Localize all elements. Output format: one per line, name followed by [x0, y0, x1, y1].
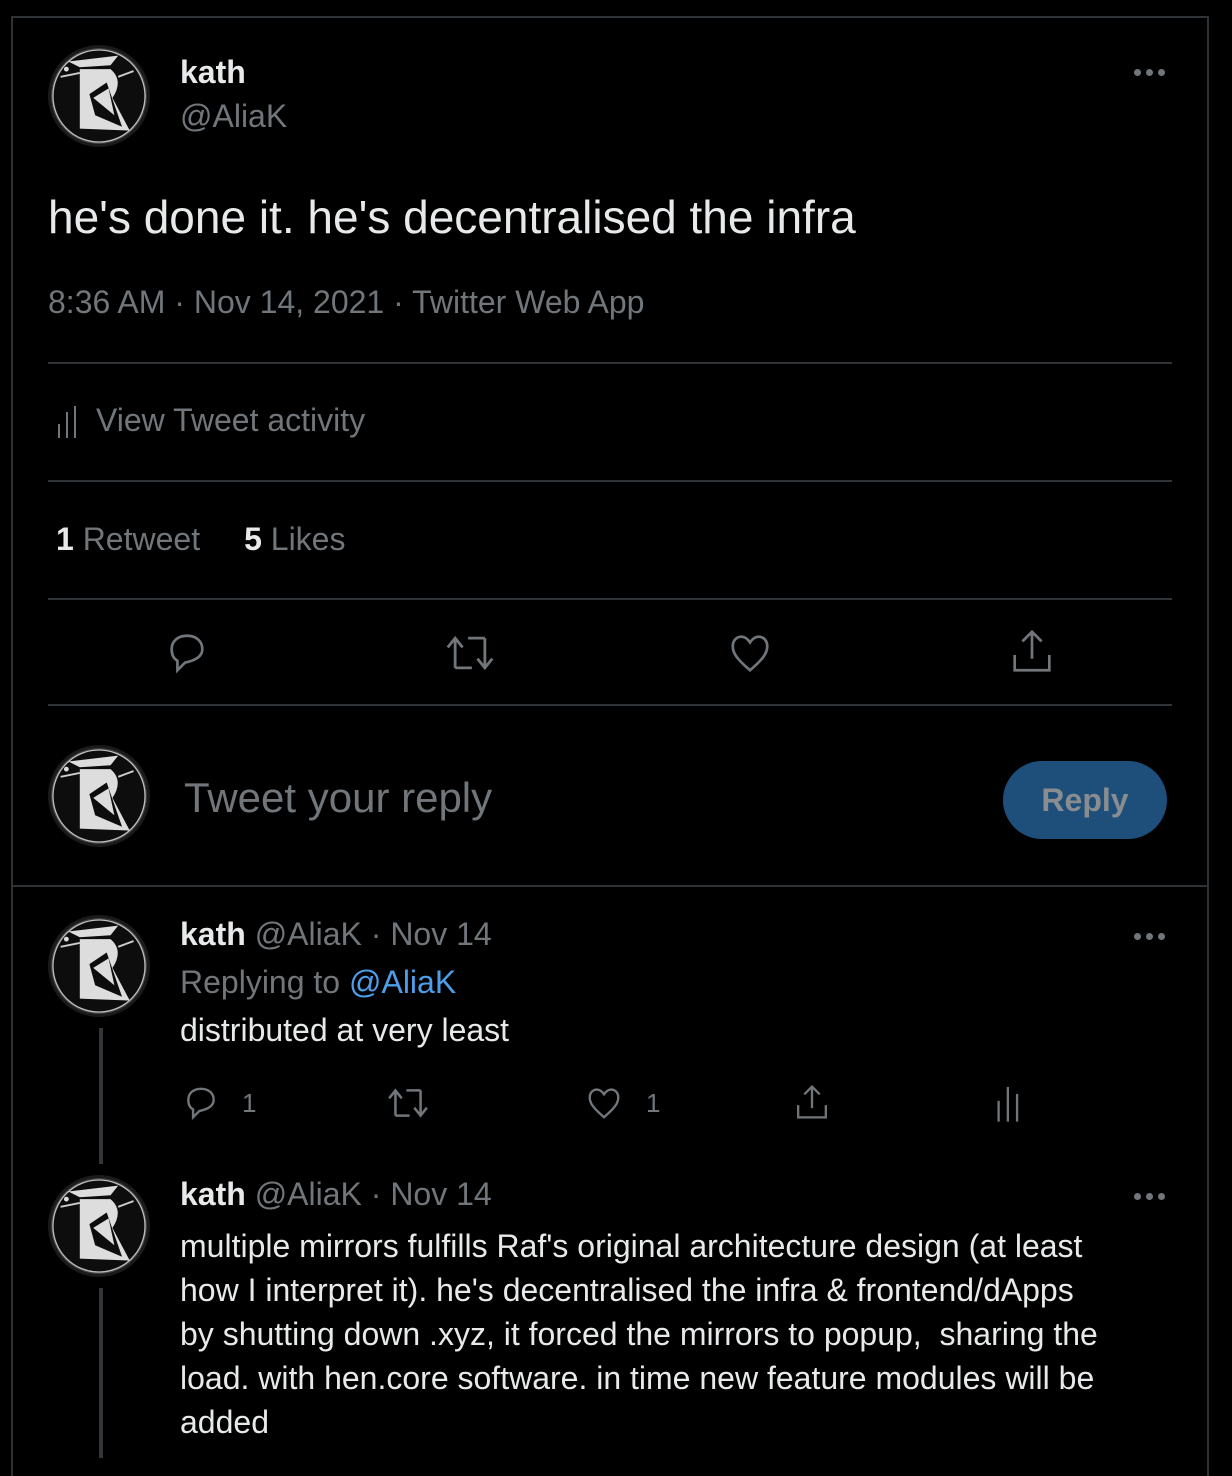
avatar-logo-icon [52, 49, 146, 143]
divider [48, 704, 1172, 706]
author-handle[interactable]: @AliaK [180, 98, 287, 135]
retweet-icon [388, 1088, 428, 1118]
reply-text: multiple mirrors fulfills Raf's original… [180, 1224, 1098, 1444]
reply-author-name[interactable]: kath [180, 1176, 246, 1212]
reply-text-line: by shutting down .xyz, it forced the mir… [180, 1316, 1098, 1352]
like-button[interactable] [726, 630, 774, 676]
author-avatar[interactable] [48, 45, 150, 147]
reply-author-name[interactable]: kath [180, 916, 246, 952]
tweet-date[interactable]: Nov 14, 2021 [194, 284, 384, 320]
reply-date[interactable]: Nov 14 [390, 916, 491, 952]
divider [48, 480, 1172, 482]
author-name[interactable]: kath [180, 54, 246, 91]
replying-to-handle-link[interactable]: @AliaK [349, 964, 456, 1000]
reply-button[interactable] [164, 630, 210, 676]
meta-separator: · [361, 1176, 391, 1212]
replying-to-label: Replying to [180, 964, 341, 1000]
reply-text-line: load. with hen.core software. in time ne… [180, 1360, 1095, 1396]
share-button[interactable] [1008, 626, 1056, 676]
reply-avatar[interactable] [48, 915, 150, 1017]
reply-count: 1 [242, 1087, 257, 1118]
reply-analytics-button[interactable] [994, 1082, 1024, 1122]
retweet-button[interactable] [444, 630, 496, 676]
retweets-count: 1 [56, 521, 74, 557]
like-icon [731, 635, 769, 673]
replying-to: Replying to @AliaK [180, 964, 456, 1001]
share-icon [797, 1084, 827, 1119]
reply-header: kath @AliaK · Nov 14 [180, 1176, 492, 1213]
thread-connector-line [99, 1288, 103, 1458]
reply-avatar[interactable] [48, 1175, 150, 1277]
view-tweet-activity-link[interactable]: View Tweet activity [56, 402, 365, 439]
reply-icon [187, 1087, 215, 1121]
retweets-label: Retweet [82, 521, 201, 557]
meta-separator: · [393, 284, 404, 320]
like-icon [588, 1088, 620, 1119]
tweet-meta: 8:36 AM · Nov 14, 2021 · Twitter Web App [48, 284, 644, 321]
reply-author-handle[interactable]: @AliaK [255, 1176, 362, 1212]
reply-like-button[interactable]: 1 [584, 1084, 660, 1122]
analytics-icon [997, 1087, 1019, 1122]
reply-input[interactable]: Tweet your reply [184, 774, 492, 822]
avatar-logo-icon [52, 1179, 146, 1273]
reply-text-line: multiple mirrors fulfills Raf's original… [180, 1228, 1083, 1264]
likes-count: 5 [244, 521, 262, 557]
avatar-logo-icon [52, 749, 146, 843]
avatar-logo-icon [52, 919, 146, 1013]
reply-text: distributed at very least [180, 1012, 510, 1048]
likes-label: Likes [270, 521, 346, 557]
analytics-icon [56, 404, 82, 438]
reply-retweet-button[interactable] [386, 1084, 430, 1122]
meta-separator: · [174, 284, 185, 320]
reply-header: kath @AliaK · Nov 14 [180, 916, 492, 953]
tweet-stats: 1 Retweet 5 Likes [56, 521, 345, 558]
more-options-icon[interactable] [1134, 933, 1165, 940]
view-tweet-activity-label: View Tweet activity [96, 402, 366, 438]
like-count: 1 [646, 1087, 661, 1118]
reply-reply-button[interactable]: 1 [182, 1084, 256, 1122]
divider [48, 362, 1172, 364]
share-icon [1013, 629, 1051, 672]
reply-text-line: added [180, 1404, 269, 1440]
more-options-icon[interactable] [1134, 1193, 1165, 1200]
likes-stat[interactable]: 5 Likes [244, 521, 345, 558]
tweet-text: he's done it. he's decentralised the inf… [48, 191, 856, 243]
reply-share-button[interactable] [792, 1082, 832, 1122]
tweet-source[interactable]: Twitter Web App [412, 284, 644, 320]
reply-icon [170, 634, 204, 674]
thread-connector-line [99, 1028, 103, 1164]
retweet-icon [446, 635, 494, 671]
reply-text-line: how I interpret it). he's decentralised … [180, 1272, 1074, 1308]
reply-author-handle[interactable]: @AliaK [255, 916, 362, 952]
section-divider [11, 885, 1209, 887]
reply-submit-button[interactable]: Reply [1003, 761, 1167, 839]
reply-date[interactable]: Nov 14 [390, 1176, 491, 1212]
divider [48, 598, 1172, 600]
retweets-stat[interactable]: 1 Retweet [56, 521, 200, 558]
meta-separator: · [361, 916, 391, 952]
more-options-icon[interactable] [1134, 69, 1165, 76]
current-user-avatar[interactable] [48, 745, 150, 847]
tweet-time[interactable]: 8:36 AM [48, 284, 165, 320]
